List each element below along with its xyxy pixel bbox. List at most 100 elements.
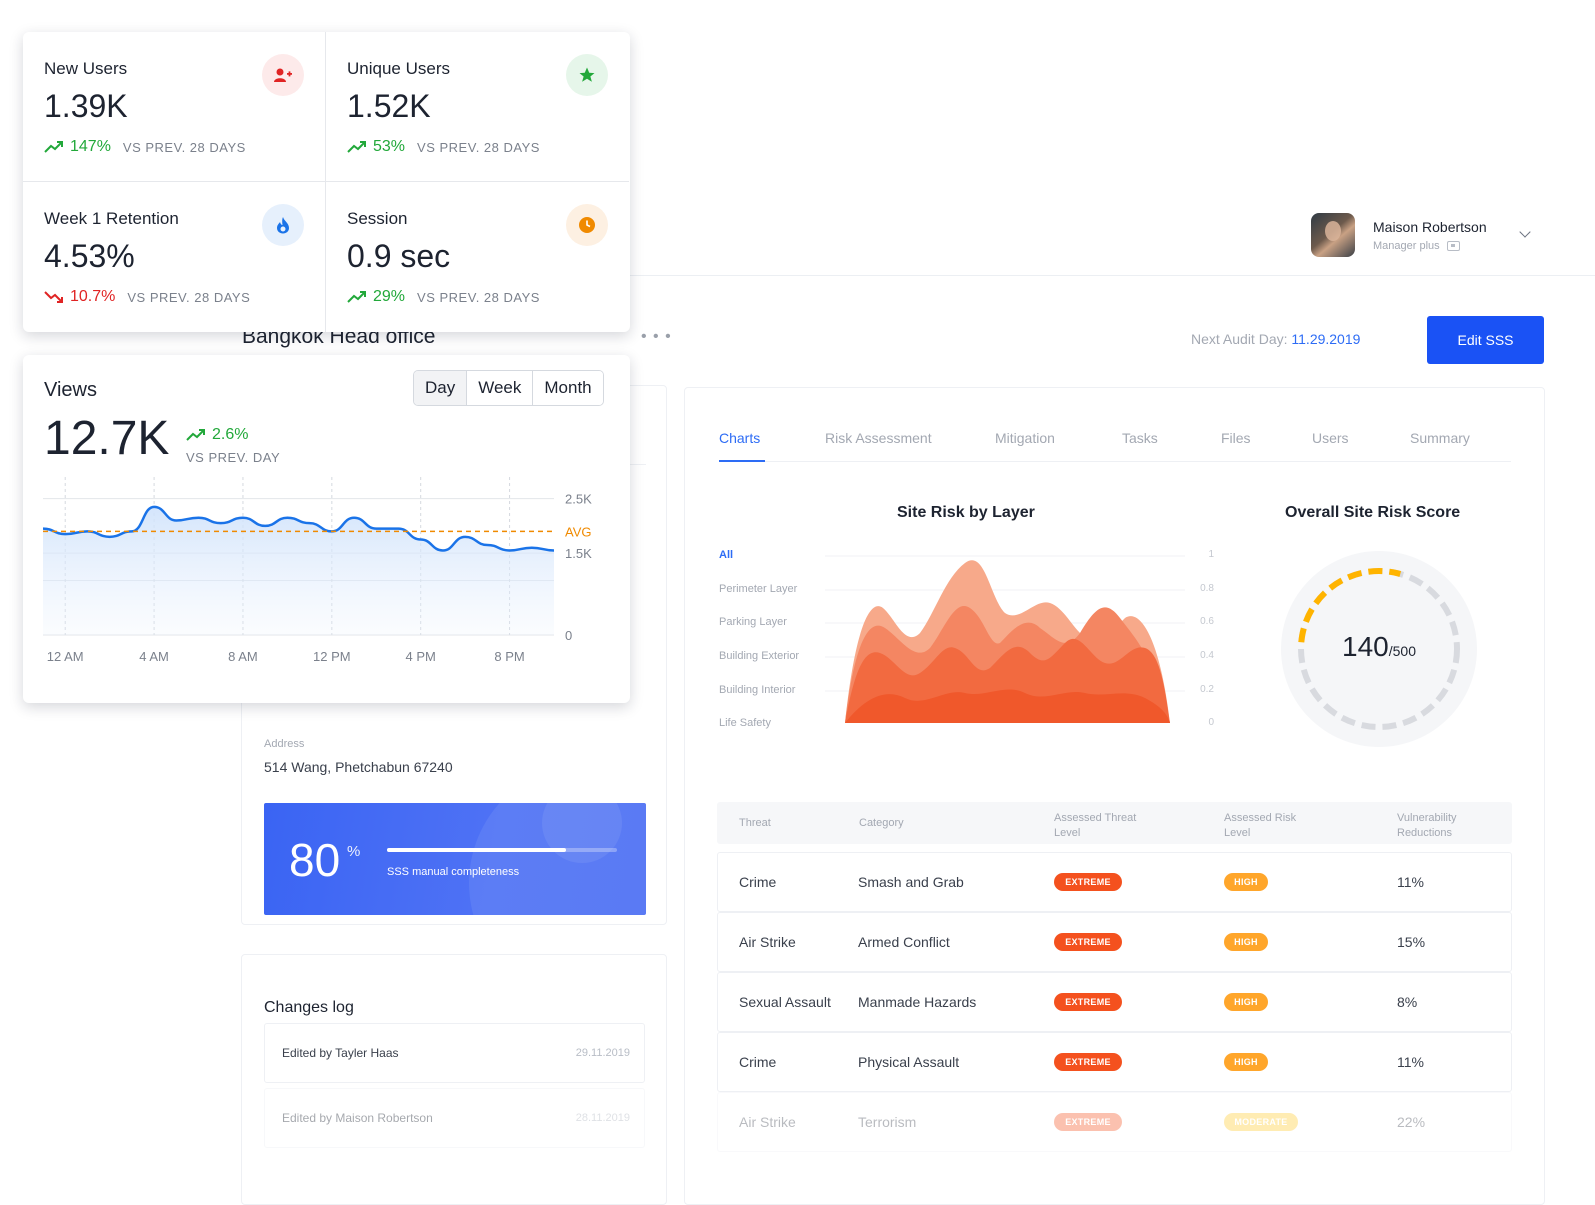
completeness-label: SSS manual completeness xyxy=(387,866,520,878)
clock-icon xyxy=(566,204,608,246)
chevron-down-icon[interactable] xyxy=(1519,226,1531,238)
risk-level-badge: HIGH xyxy=(1224,933,1268,951)
column-header-threat[interactable]: Threat xyxy=(739,816,771,831)
stat-compare: VS PREV. 28 DAYS xyxy=(127,289,251,305)
table-row[interactable]: Crime Smash and Grab EXTREME HIGH 11% xyxy=(717,852,1512,912)
change-date: 28.11.2019 xyxy=(575,1112,630,1124)
column-header-reductions[interactable]: Vulnerability Reductions xyxy=(1397,811,1457,841)
avg-label: AVG xyxy=(565,524,592,539)
views-title: Views xyxy=(44,379,97,401)
range-month-button[interactable]: Month xyxy=(532,371,603,405)
edit-sss-button[interactable]: Edit SSS xyxy=(1427,316,1544,364)
cell-category: Physical Assault xyxy=(858,1054,960,1070)
column-header-risk-level[interactable]: Assessed Risk Level xyxy=(1224,811,1296,841)
stat-value: 0.9 sec xyxy=(347,238,451,274)
stat-label: New Users xyxy=(44,59,128,78)
cell-threat: Air Strike xyxy=(739,1114,796,1130)
cell-category: Armed Conflict xyxy=(858,934,950,950)
layer-filter-all[interactable]: All xyxy=(719,549,733,561)
tab-tasks[interactable]: Tasks xyxy=(1122,430,1158,446)
cell-reduction: 8% xyxy=(1397,994,1418,1010)
cell-category: Manmade Hazards xyxy=(858,994,977,1010)
y-tick-label: 0 xyxy=(1208,717,1214,728)
y-tick-label: 1.5K xyxy=(565,546,592,561)
layer-filter-parking[interactable]: Parking Layer xyxy=(719,616,787,628)
cell-reduction: 22% xyxy=(1397,1114,1426,1130)
tab-summary[interactable]: Summary xyxy=(1410,430,1470,446)
x-tick-label: 12 AM xyxy=(47,649,84,664)
avatar[interactable] xyxy=(1311,213,1355,257)
y-tick-label: 0 xyxy=(565,628,572,643)
tab-users[interactable]: Users xyxy=(1312,430,1349,446)
stat-label: Session xyxy=(347,209,408,228)
layer-area-base xyxy=(845,689,1170,723)
tab-mitigation[interactable]: Mitigation xyxy=(995,430,1055,446)
y-tick-label: 1 xyxy=(1208,549,1214,560)
cell-reduction: 11% xyxy=(1397,874,1424,890)
layer-filter-exterior[interactable]: Building Exterior xyxy=(719,650,799,662)
user-menu[interactable]: Maison Robertson Manager plus xyxy=(1311,213,1487,257)
user-role: Manager plus xyxy=(1373,240,1487,252)
user-role-label: Manager plus xyxy=(1373,239,1440,252)
stat-label: Unique Users xyxy=(347,59,450,78)
stat-change-percent: 147% xyxy=(70,138,111,155)
table-row[interactable]: Crime Physical Assault EXTREME HIGH 11% xyxy=(717,1032,1512,1092)
risk-panel: Charts Risk Assessment Mitigation Tasks … xyxy=(684,387,1545,1205)
stat-change-percent: 53% xyxy=(373,138,406,155)
x-tick-label: 12 PM xyxy=(313,649,351,664)
layer-filter-perimeter[interactable]: Perimeter Layer xyxy=(719,583,797,595)
table-row[interactable]: Air Strike Armed Conflict EXTREME HIGH 15% xyxy=(717,912,1512,972)
site-risk-by-layer-title: Site Risk by Layer xyxy=(897,504,1035,521)
x-tick-label: 4 PM xyxy=(406,649,436,664)
column-header-category[interactable]: Category xyxy=(859,816,904,831)
stat-session: Session 0.9 sec 29% VS PREV. 28 DAYS xyxy=(326,182,629,332)
stat-change: 53% VS PREV. 28 DAYS xyxy=(347,138,540,156)
list-item[interactable]: Edited by Tayler Haas 29.11.2019 xyxy=(264,1023,645,1083)
change-date: 29.11.2019 xyxy=(575,1047,630,1059)
stat-value: 1.52K xyxy=(347,88,431,124)
stat-compare: VS PREV. 28 DAYS xyxy=(417,139,540,155)
y-tick-label: 2.5K xyxy=(565,492,592,507)
changes-log-panel: Changes log Edited by Tayler Haas 29.11.… xyxy=(241,954,667,1205)
cell-threat: Air Strike xyxy=(739,934,796,950)
threat-level-badge: EXTREME xyxy=(1054,1053,1122,1071)
cell-category: Smash and Grab xyxy=(858,874,964,890)
stat-compare: VS PREV. 28 DAYS xyxy=(122,139,246,155)
tab-charts[interactable]: Charts xyxy=(719,430,760,446)
header-divider xyxy=(600,275,1595,276)
risk-level-badge: HIGH xyxy=(1224,1053,1268,1071)
stat-value: 4.53% xyxy=(44,238,135,274)
table-body: Crime Smash and Grab EXTREME HIGH 11% Air Str… xyxy=(717,852,1512,1152)
range-week-button[interactable]: Week xyxy=(466,371,533,405)
threat-level-badge: EXTREME xyxy=(1054,873,1122,891)
threat-level-badge: EXTREME xyxy=(1054,993,1122,1011)
trend-up-icon xyxy=(44,141,63,153)
list-item[interactable]: Edited by Maison Robertson 28.11.2019 xyxy=(264,1088,645,1148)
stat-change-percent: 10.7% xyxy=(70,288,116,305)
column-header-threat-level[interactable]: Assessed Threat Level xyxy=(1054,811,1136,841)
cell-category: Terrorism xyxy=(858,1114,917,1130)
tab-risk-assessment[interactable]: Risk Assessment xyxy=(825,430,932,446)
views-value: 12.7K xyxy=(44,412,170,465)
layer-filter-life-safety[interactable]: Life Safety xyxy=(719,717,771,729)
completeness-progress-fill xyxy=(387,848,567,852)
stat-week1-retention: Week 1 Retention 4.53% 10.7% VS PREV. 28… xyxy=(23,182,326,332)
views-change-value: 2.6% xyxy=(212,426,249,443)
changes-log-title: Changes log xyxy=(264,999,354,1016)
table-row[interactable]: Air Strike Terrorism EXTREME MODERATE 22% xyxy=(717,1092,1512,1152)
range-day-button[interactable]: Day xyxy=(414,371,467,405)
tab-bar: Charts Risk Assessment Mitigation Tasks … xyxy=(719,422,1511,462)
table-row[interactable]: Sexual Assault Manmade Hazards EXTREME HIGH… xyxy=(717,972,1512,1032)
cell-reduction: 15% xyxy=(1397,934,1426,950)
star-icon xyxy=(566,54,608,96)
audit-date[interactable]: 11.29.2019 xyxy=(1291,331,1360,347)
layer-filter-interior[interactable]: Building Interior xyxy=(719,684,795,696)
views-change-percent: 2.6% xyxy=(186,426,280,444)
tab-files[interactable]: Files xyxy=(1221,430,1251,446)
risk-level-badge: MODERATE xyxy=(1224,1113,1298,1131)
trend-up-icon xyxy=(347,141,366,153)
more-options-icon[interactable]: • • • xyxy=(641,329,672,345)
views-change: 2.6% VS PREV. DAY xyxy=(186,426,280,465)
stats-card: New Users 1.39K 147% VS PREV. 28 DAYS Un… xyxy=(23,32,630,332)
trend-down-icon xyxy=(44,291,63,303)
